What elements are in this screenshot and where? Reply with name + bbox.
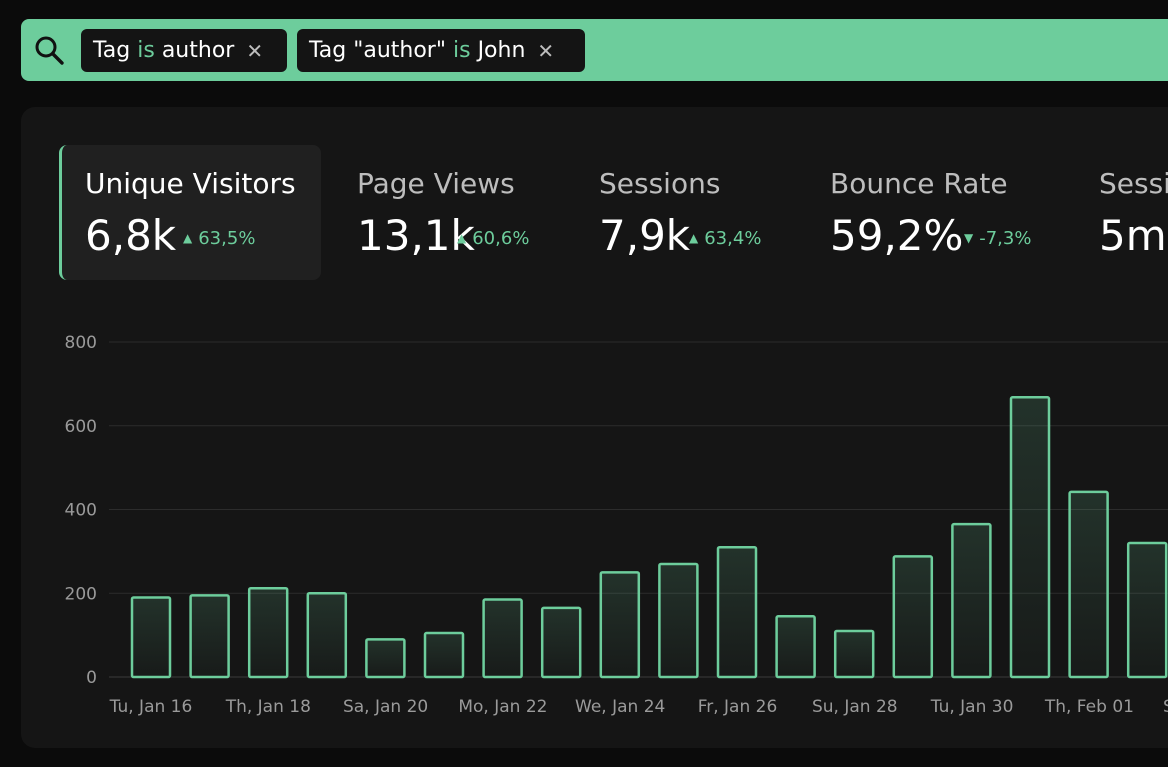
chart-bar[interactable] xyxy=(365,638,406,679)
chart-bar[interactable] xyxy=(1126,541,1168,679)
chart-bar[interactable] xyxy=(833,629,875,679)
x-tick-label: Tu, Jan 30 xyxy=(930,697,1014,717)
filter-bar: Tag is author ✕ Tag "author" is John ✕ xyxy=(21,19,1168,81)
x-tick-label: Su, Jan 28 xyxy=(812,697,898,717)
chart-bar[interactable] xyxy=(1068,490,1109,679)
y-tick-label: 800 xyxy=(65,333,97,353)
chart-bar[interactable] xyxy=(482,598,523,679)
x-tick-label: We, Jan 24 xyxy=(575,697,665,717)
y-tick-label: 0 xyxy=(86,668,97,688)
chart-bar[interactable] xyxy=(247,586,289,679)
x-tick-label: Th, Jan 18 xyxy=(225,697,311,717)
chart-bar[interactable] xyxy=(775,615,816,679)
visitors-bar-chart: 0 200 400 600 800 Tu, Jan 16 Th, Jan 18 Sa, Jan… xyxy=(65,333,1168,717)
chart-bar[interactable] xyxy=(306,592,348,679)
chart-bar[interactable] xyxy=(892,555,934,679)
y-tick-label: 200 xyxy=(65,584,97,604)
filter-field: Tag "author" xyxy=(309,38,446,63)
y-tick-label: 600 xyxy=(65,417,97,437)
stats-panel: Unique Visitors 6,8k ▲ 63,5% Page Views 1… xyxy=(21,107,1168,748)
filter-field: Tag xyxy=(93,38,131,63)
chart-bar[interactable] xyxy=(658,562,699,679)
chart-bar[interactable] xyxy=(540,606,582,679)
chart-bar[interactable] xyxy=(189,594,230,679)
chart-bar[interactable] xyxy=(1009,396,1051,679)
chart-bar[interactable] xyxy=(599,571,641,679)
search-icon[interactable] xyxy=(33,34,65,66)
chart-bar[interactable] xyxy=(423,631,465,679)
close-icon[interactable]: ✕ xyxy=(246,39,263,63)
x-tick-label: Fr, Jan 26 xyxy=(698,697,778,717)
y-tick-label: 400 xyxy=(65,501,97,521)
filter-value: John xyxy=(477,38,526,63)
x-tick-label: Mo, Jan 22 xyxy=(458,697,547,717)
chart-bar[interactable] xyxy=(951,522,992,679)
filter-chip-tag-author[interactable]: Tag "author" is John ✕ xyxy=(297,29,585,72)
x-tick-label: Th, Feb 01 xyxy=(1044,697,1134,717)
x-tick-label: Sa, Jan 20 xyxy=(343,697,428,717)
chart-bar[interactable] xyxy=(130,596,172,679)
x-tick-label: Tu, Jan 16 xyxy=(109,697,193,717)
filter-operator: is xyxy=(452,38,471,63)
filter-operator: is xyxy=(137,38,155,63)
chart-bar[interactable] xyxy=(716,545,758,679)
close-icon[interactable]: ✕ xyxy=(537,39,554,63)
x-tick-label: S xyxy=(1163,697,1168,717)
filter-value: author xyxy=(161,38,235,63)
filter-chip-tag[interactable]: Tag is author ✕ xyxy=(81,29,287,72)
